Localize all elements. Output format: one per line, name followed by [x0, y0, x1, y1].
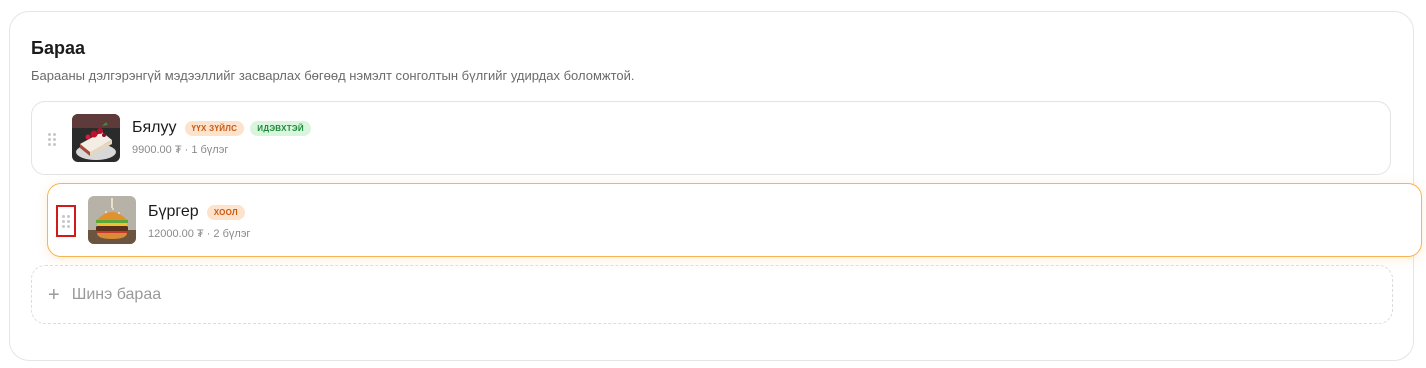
add-product-label: Шинэ бараа [71, 285, 162, 303]
add-product-button[interactable]: + Шинэ бараа [31, 265, 1393, 324]
product-name: Бялуу [132, 119, 177, 136]
burger-thumbnail [88, 196, 136, 244]
product-item[interactable]: Бялуу ҮҮХ ЗҮЙЛС ИДЭВХТЭЙ 9900.00 ₮ · 1 б… [31, 101, 1391, 175]
product-name: Бүргер [148, 203, 199, 220]
product-meta: 12000.00 ₮ · 2 бүлэг [148, 228, 251, 240]
section-title: Бараа [31, 38, 85, 58]
product-name-row: Бүргер ХООЛ [148, 203, 245, 221]
product-meta: 9900.00 ₮ · 1 бүлэг [132, 144, 229, 156]
category-badge: ХООЛ [206, 204, 245, 220]
drag-handle-icon[interactable] [42, 123, 62, 155]
status-badge: ИДЭВХТЭЙ [250, 120, 311, 136]
cake-thumbnail [72, 114, 120, 162]
section-description: Барааны дэлгэрэнгүй мэдээллийг засварлах… [31, 68, 635, 83]
products-card: Бараа Барааны дэлгэрэнгүй мэдээллийг зас… [9, 11, 1422, 361]
plus-icon: + [48, 283, 60, 306]
category-badge: ҮҮХ ЗҮЙЛС [184, 120, 245, 136]
product-item-dragging[interactable]: Бүргер ХООЛ 12000.00 ₮ · 2 бүлэг [47, 183, 1422, 257]
drag-handle-icon[interactable] [56, 205, 76, 237]
product-name-row: Бялуу ҮҮХ ЗҮЙЛС ИДЭВХТЭЙ [132, 119, 311, 137]
